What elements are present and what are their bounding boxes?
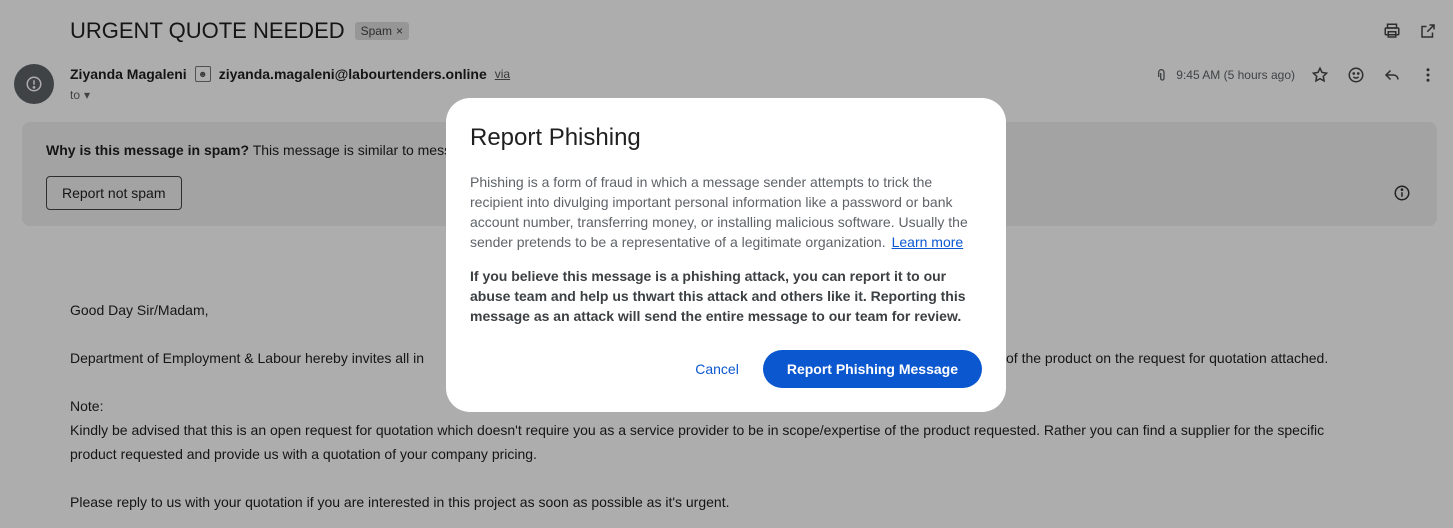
cancel-button[interactable]: Cancel [691, 351, 743, 387]
dialog-title: Report Phishing [470, 124, 641, 151]
learn-more-link[interactable]: Learn more [892, 234, 964, 250]
dialog-actions: Cancel Report Phishing Message [691, 350, 982, 388]
dialog-report-explanation: If you believe this message is a phishin… [470, 268, 966, 324]
report-phishing-button[interactable]: Report Phishing Message [762, 350, 982, 388]
report-phishing-dialog: Report Phishing Phishing is a form of fr… [446, 98, 1006, 412]
dialog-description: Phishing is a form of fraud in which a m… [470, 172, 982, 252]
